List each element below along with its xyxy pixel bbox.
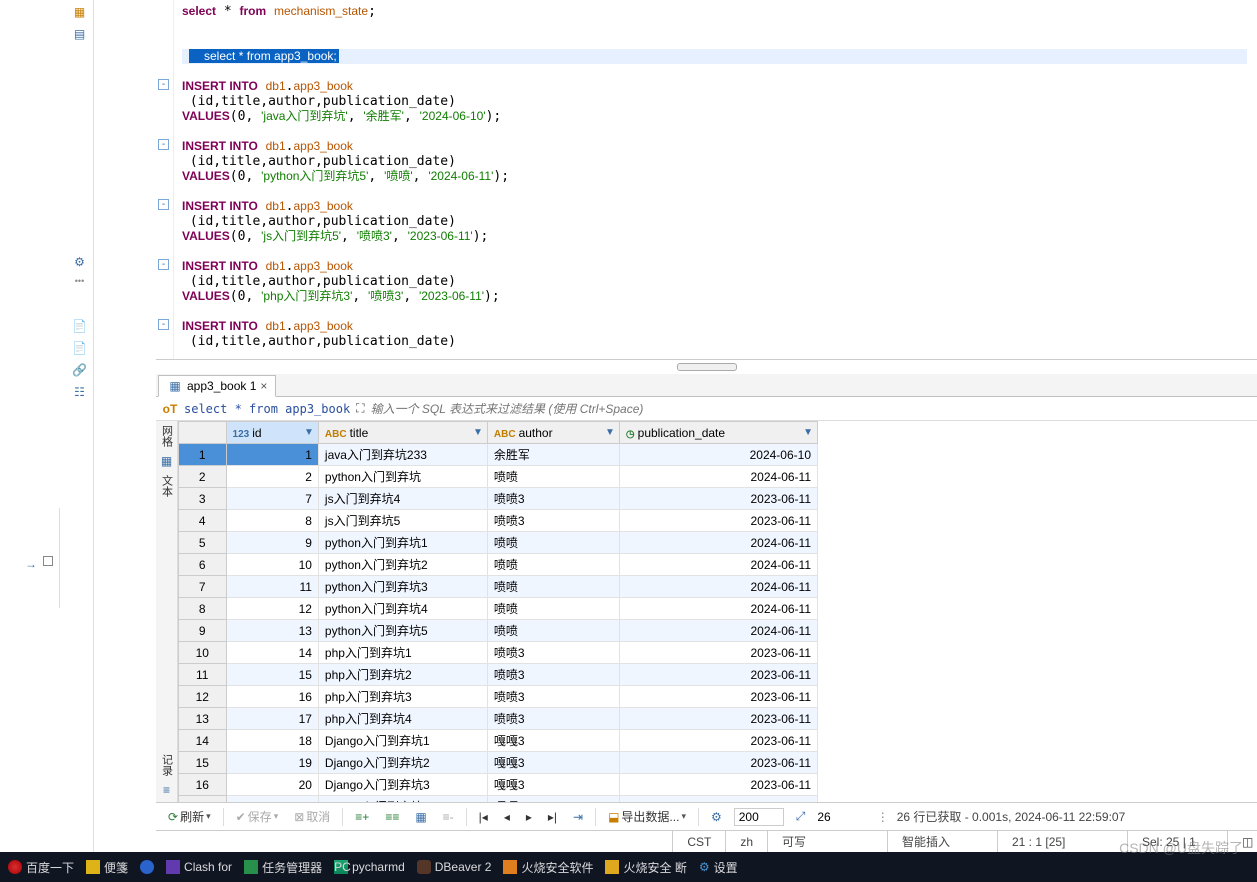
status-lang: zh bbox=[725, 831, 767, 852]
fold-toggle-icon[interactable]: - bbox=[158, 259, 169, 270]
table-row[interactable]: 59python入门到弃坑1喷喷2024-06-11 bbox=[179, 532, 818, 554]
page-size-input[interactable] bbox=[734, 808, 784, 826]
restore-icon[interactable] bbox=[43, 556, 53, 566]
column-id-header[interactable]: 123id▼ bbox=[226, 422, 318, 444]
grid-settings-icon[interactable]: ▦ bbox=[411, 808, 430, 826]
rowhead-corner[interactable] bbox=[179, 422, 227, 444]
table-row[interactable]: 48js入门到弃坑5喷喷32023-06-11 bbox=[179, 510, 818, 532]
refresh-button[interactable]: ⟳刷新 ▾ bbox=[164, 806, 215, 827]
table-row[interactable]: 1014php入门到弃坑1喷喷32023-06-11 bbox=[179, 642, 818, 664]
link-icon[interactable]: 🔗 bbox=[72, 362, 88, 378]
chevron-down-icon[interactable]: ▼ bbox=[803, 427, 813, 438]
auto-fetch-icon[interactable]: ⇥ bbox=[569, 808, 587, 826]
fold-toggle-icon[interactable]: - bbox=[158, 319, 169, 330]
cancel-button[interactable]: ⊠取消 bbox=[290, 806, 334, 827]
sql-icon: oT bbox=[162, 401, 178, 417]
taskbar-clash2[interactable]: Clash for bbox=[166, 860, 232, 874]
del-row-icon[interactable]: ≡- bbox=[439, 808, 458, 826]
filter-input[interactable] bbox=[371, 402, 811, 416]
result-tabbar: ▦ app3_book 1 × bbox=[156, 374, 1257, 397]
taskbar-clash[interactable] bbox=[140, 860, 154, 874]
file-lock-icon[interactable]: 📄 bbox=[72, 340, 88, 356]
table-row[interactable]: 1115php入门到弃坑2喷喷32023-06-11 bbox=[179, 664, 818, 686]
chevron-down-icon[interactable]: ▼ bbox=[473, 427, 483, 438]
result-tab-label: app3_book 1 bbox=[187, 379, 256, 393]
status-message: 26 行已获取 - 0.001s, 2024-06-11 22:59:07 bbox=[897, 808, 1126, 825]
table-row[interactable]: 11java入门到弃坑233余胜军2024-06-10 bbox=[179, 444, 818, 466]
export-button[interactable]: ⬓导出数据... ▾ bbox=[604, 806, 690, 827]
expand-icon[interactable]: ⛶ bbox=[356, 401, 364, 416]
filter-bar: oT select * from app3_book ⛶ bbox=[156, 397, 1257, 421]
taskbar-notes[interactable]: 便箋 bbox=[86, 859, 128, 876]
taskbar-baidu[interactable]: 百度一下 bbox=[8, 859, 74, 876]
tab-close-icon[interactable]: × bbox=[260, 379, 267, 393]
grid-left-tools: 网格 ▦ 文本 记录 ≡ bbox=[156, 421, 178, 802]
record-icon[interactable]: ≡ bbox=[159, 782, 175, 798]
column-author-header[interactable]: ABCauthor▼ bbox=[487, 422, 619, 444]
grid-tab-text[interactable]: 文本 bbox=[159, 475, 175, 497]
fold-toggle-icon[interactable]: - bbox=[158, 79, 169, 90]
table-icon: ▦ bbox=[167, 378, 183, 394]
taskbar-dbeaver[interactable]: DBeaver 2 bbox=[417, 860, 492, 874]
table-row[interactable]: 610python入门到弃坑2喷喷2024-06-11 bbox=[179, 554, 818, 576]
status-insert: 智能插入 bbox=[887, 831, 997, 852]
file-add-icon[interactable]: 📄 bbox=[72, 318, 88, 334]
sql-editor[interactable]: ----- select * from mechanism_state; sel… bbox=[156, 0, 1257, 360]
result-toolbar: ⟳刷新 ▾ ✔保存 ▾ ⊠取消 ≡+ ≡≡ ▦ ≡- |◂ ◂ ▸ ▸| ⇥ ⬓… bbox=[156, 802, 1257, 830]
taskbar: 百度一下 便箋 Clash for 任务管理器 PCpycharmd DBeav… bbox=[0, 852, 1257, 882]
grid-tab-record[interactable]: 记录 bbox=[159, 754, 175, 776]
run-script-icon[interactable]: ▤ bbox=[72, 26, 88, 42]
status-sel: Sel: 25 | 1 bbox=[1127, 831, 1227, 852]
tree-icon[interactable]: ☷ bbox=[72, 384, 88, 400]
editor-vertical-toolbar: ▦ ▤ ⚙ ••• 📄 📄 🔗 ☷ bbox=[66, 0, 94, 852]
status-bar: CST zh 可写 智能插入 21 : 1 [25] Sel: 25 | 1 ◫ bbox=[156, 830, 1257, 852]
chevron-down-icon[interactable]: ▼ bbox=[605, 427, 615, 438]
prev-page-icon[interactable]: ◂ bbox=[500, 808, 514, 826]
table-row[interactable]: 1418Django入门到弃坑1嘎嘎32023-06-11 bbox=[179, 730, 818, 752]
table-row[interactable]: 1620Django入门到弃坑3嘎嘎32023-06-11 bbox=[179, 774, 818, 796]
column-pubdate-header[interactable]: ◷publication_date▼ bbox=[619, 422, 817, 444]
row-count-value: 26 bbox=[817, 810, 830, 824]
table-row[interactable]: 1519Django入门到弃坑2嘎嘎32023-06-11 bbox=[179, 752, 818, 774]
column-title-header[interactable]: ABCtitle▼ bbox=[318, 422, 487, 444]
run-sql-icon[interactable]: ▦ bbox=[72, 4, 88, 20]
minimize-icon[interactable]: → bbox=[23, 556, 39, 572]
next-page-icon[interactable]: ▸ bbox=[522, 808, 536, 826]
first-page-icon[interactable]: |◂ bbox=[475, 808, 492, 826]
taskbar-fire2[interactable]: 火烧安全 断 bbox=[605, 859, 686, 876]
sash-handle[interactable] bbox=[156, 360, 1257, 374]
fold-toggle-icon[interactable]: - bbox=[158, 139, 169, 150]
left-panel: → bbox=[0, 508, 60, 608]
table-row[interactable]: 812python入门到弃坑4喷喷2024-06-11 bbox=[179, 598, 818, 620]
dup-row-icon[interactable]: ≡≡ bbox=[381, 808, 403, 826]
taskbar-settings[interactable]: ⚙设置 bbox=[699, 859, 738, 876]
status-corner-icon[interactable]: ◫ bbox=[1227, 831, 1257, 852]
last-page-icon[interactable]: ▸| bbox=[544, 808, 561, 826]
result-grid[interactable]: 123id▼ ABCtitle▼ ABCauthor▼ ◷publication… bbox=[178, 421, 1257, 802]
table-row[interactable]: 22python入门到弃坑喷喷2024-06-11 bbox=[179, 466, 818, 488]
taskbar-fire1[interactable]: 火烧安全软件 bbox=[503, 859, 593, 876]
filter-sql-text: select * from app3_book bbox=[184, 402, 350, 416]
fold-toggle-icon[interactable]: - bbox=[158, 199, 169, 210]
status-mode: 可写 bbox=[767, 831, 887, 852]
add-row-icon[interactable]: ≡+ bbox=[351, 808, 373, 826]
table-row[interactable]: 1317php入门到弃坑4喷喷32023-06-11 bbox=[179, 708, 818, 730]
table-row[interactable]: 913python入门到弃坑5喷喷2024-06-11 bbox=[179, 620, 818, 642]
grid-tab-grid[interactable]: 网格 bbox=[159, 425, 175, 447]
table-row[interactable]: 1216php入门到弃坑3喷喷32023-06-11 bbox=[179, 686, 818, 708]
result-tab[interactable]: ▦ app3_book 1 × bbox=[158, 375, 276, 397]
settings-gear-icon[interactable]: ⚙ bbox=[707, 808, 726, 826]
more-icon[interactable]: ••• bbox=[75, 276, 84, 286]
taskbar-pycharm[interactable]: PCpycharmd bbox=[334, 860, 405, 874]
save-button[interactable]: ✔保存 ▾ bbox=[232, 806, 283, 827]
stats-icon[interactable]: ⤢ bbox=[792, 807, 810, 826]
table-row[interactable]: 711python入门到弃坑3喷喷2024-06-11 bbox=[179, 576, 818, 598]
grid-view-icon[interactable]: ▦ bbox=[159, 453, 175, 469]
status-tz: CST bbox=[672, 831, 725, 852]
taskbar-taskmgr[interactable]: 任务管理器 bbox=[244, 859, 322, 876]
gear-icon[interactable]: ⚙ bbox=[72, 254, 88, 270]
status-cursor: 21 : 1 [25] bbox=[997, 831, 1127, 852]
chevron-down-icon[interactable]: ▼ bbox=[304, 427, 314, 438]
table-row[interactable]: 37js入门到弃坑4喷喷32023-06-11 bbox=[179, 488, 818, 510]
